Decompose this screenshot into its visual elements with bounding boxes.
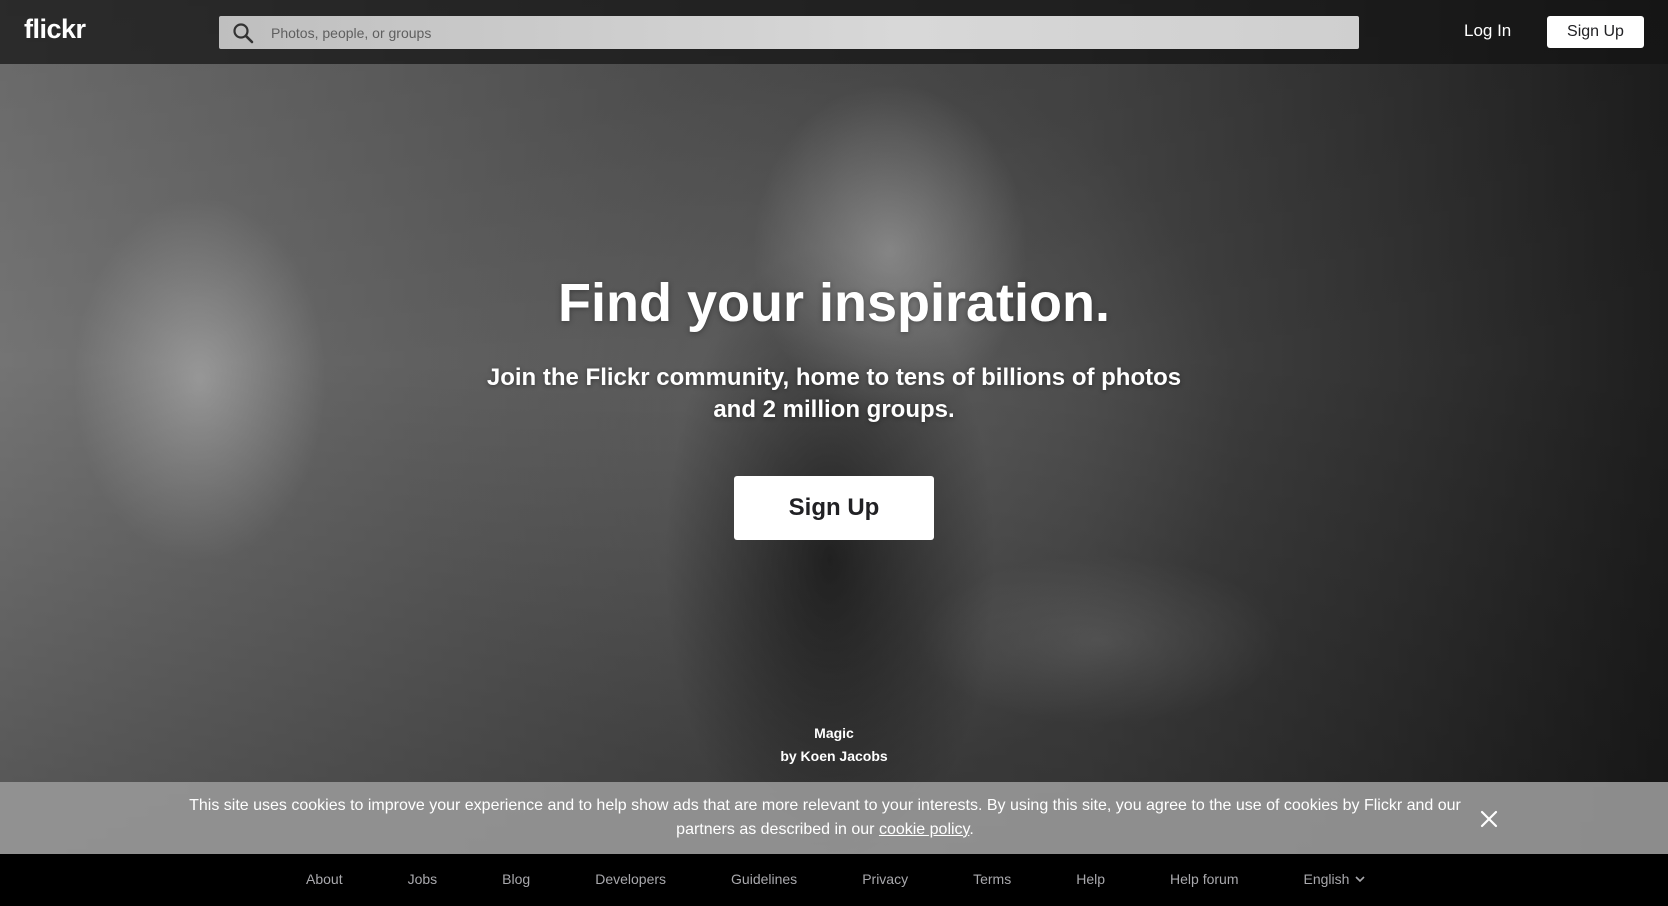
cookie-message: This site uses cookies to improve your e…: [180, 794, 1470, 842]
cookie-banner: This site uses cookies to improve your e…: [0, 782, 1668, 854]
footer-link-guidelines[interactable]: Guidelines: [731, 871, 797, 887]
top-navigation-bar: flickr Log In Sign Up: [0, 0, 1668, 64]
footer-link-jobs[interactable]: Jobs: [408, 871, 438, 887]
chevron-down-icon: [1355, 875, 1365, 882]
login-link[interactable]: Log In: [1464, 21, 1511, 41]
hero-signup-button[interactable]: Sign Up: [734, 476, 934, 540]
search-input[interactable]: [261, 16, 1359, 49]
language-label: English: [1303, 871, 1350, 887]
hero-subheadline: Join the Flickr community, home to tens …: [486, 364, 1182, 423]
flickr-logo[interactable]: flickr: [24, 14, 86, 45]
photo-credit: Magic by Koen Jacobs: [0, 722, 1668, 768]
photo-author-link[interactable]: by Koen Jacobs: [0, 745, 1668, 768]
footer: About Jobs Blog Developers Guidelines Pr…: [0, 854, 1668, 906]
cookie-message-text: This site uses cookies to improve your e…: [189, 797, 1461, 838]
photo-title-link[interactable]: Magic: [0, 722, 1668, 745]
hero-background-photo: [0, 0, 1668, 906]
search-icon[interactable]: [225, 16, 261, 49]
close-icon[interactable]: [1478, 808, 1500, 830]
footer-link-about[interactable]: About: [306, 871, 343, 887]
hero-headline: Find your inspiration.: [558, 273, 1110, 333]
search-bar[interactable]: [219, 16, 1359, 49]
footer-link-terms[interactable]: Terms: [973, 871, 1011, 887]
footer-link-developers[interactable]: Developers: [595, 871, 666, 887]
footer-link-privacy[interactable]: Privacy: [862, 871, 908, 887]
cookie-message-suffix: .: [969, 821, 974, 838]
footer-link-help[interactable]: Help: [1076, 871, 1105, 887]
footer-links: About Jobs Blog Developers Guidelines Pr…: [306, 871, 1365, 887]
footer-link-help-forum[interactable]: Help forum: [1170, 871, 1238, 887]
header-signup-button[interactable]: Sign Up: [1547, 16, 1644, 48]
language-selector[interactable]: English: [1303, 871, 1365, 887]
cookie-policy-link[interactable]: cookie policy: [879, 821, 969, 838]
footer-link-blog[interactable]: Blog: [502, 871, 530, 887]
